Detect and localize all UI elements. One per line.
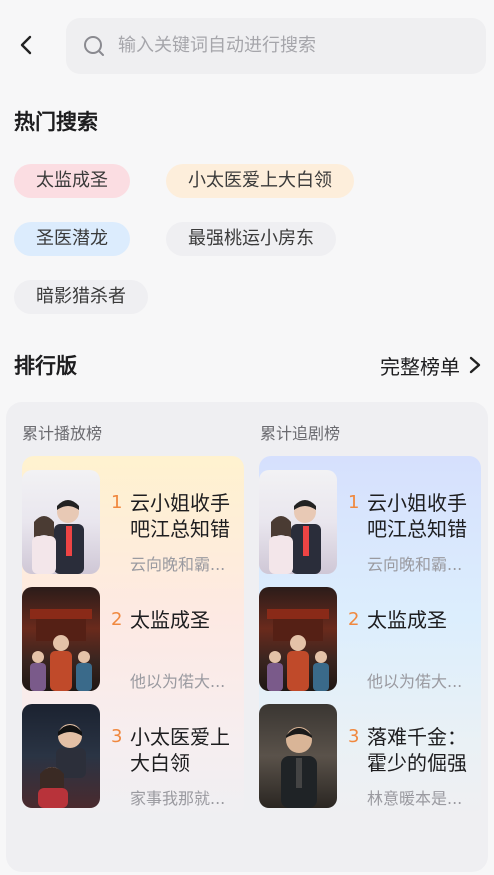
ranking-title: 排行版 [14, 354, 77, 378]
full-ranking-label: 完整榜单 [380, 354, 460, 379]
back-button[interactable] [10, 28, 44, 62]
search-input[interactable]: 输入关键词自动进行搜索 [66, 18, 486, 74]
search-icon [84, 36, 104, 56]
search-placeholder: 输入关键词自动进行搜索 [118, 35, 316, 56]
header: 输入关键词自动进行搜索 [0, 0, 494, 92]
drama-description: 林意暖本是... [367, 789, 463, 808]
hot-search-title: 热门搜索 [14, 110, 98, 134]
ranking-item[interactable]: 2 太监成圣 他以为偌大... [22, 587, 244, 691]
poster-image [259, 704, 337, 808]
rank-number: 1 [348, 492, 360, 513]
chevron-left-icon [20, 35, 32, 55]
drama-title: 太监成圣 [130, 608, 210, 632]
drama-title: 小太医爱上大白领 [130, 725, 230, 775]
ranking-panel-follows: 1 云小姐收手吧江总知错 云向晚和霸... 2 太监成圣 他以为偌大... 3 … [259, 456, 481, 816]
ranking-item[interactable]: 3 小太医爱上大白领 家事我那就... [22, 704, 244, 808]
hot-tag[interactable]: 小太医爱上大白领 [166, 164, 354, 198]
full-ranking-link[interactable]: 完整榜单 [380, 350, 482, 380]
column-title-plays: 累计播放榜 [22, 424, 103, 443]
poster-image [259, 470, 337, 574]
rank-number: 2 [111, 609, 123, 630]
drama-description: 云向晚和霸... [130, 555, 226, 574]
hot-tag[interactable]: 圣医潜龙 [14, 222, 130, 256]
rank-number: 3 [348, 726, 360, 747]
ranking-item[interactable]: 1 云小姐收手吧江总知错 云向晚和霸... [259, 470, 481, 574]
ranking-item[interactable]: 3 落难千金：霍少的倔强 林意暖本是... [259, 704, 481, 808]
drama-description: 云向晚和霸... [367, 555, 463, 574]
ranking-item[interactable]: 1 云小姐收手吧江总知错 云向晚和霸... [22, 470, 244, 574]
drama-description: 家事我那就... [130, 789, 226, 808]
chevron-right-icon [469, 356, 481, 374]
drama-description: 他以为偌大... [367, 672, 463, 691]
drama-title: 太监成圣 [367, 608, 447, 632]
poster-image [259, 587, 337, 691]
rank-number: 2 [348, 609, 360, 630]
column-title-follows: 累计追剧榜 [260, 424, 341, 443]
poster-image [22, 587, 100, 691]
poster-image [22, 704, 100, 808]
hot-tag[interactable]: 太监成圣 [14, 164, 130, 198]
ranking-panel-plays: 1 云小姐收手吧江总知错 云向晚和霸... 2 太监成圣 他以为偌大... 3 [22, 456, 244, 816]
drama-description: 他以为偌大... [130, 672, 226, 691]
rank-number: 3 [111, 726, 123, 747]
hot-tag[interactable]: 最强桃运小房东 [166, 222, 336, 256]
drama-title: 云小姐收手吧江总知错 [367, 491, 467, 541]
hot-tag[interactable]: 暗影猎杀者 [14, 280, 148, 314]
poster-image [22, 470, 100, 574]
drama-title: 落难千金：霍少的倔强 [367, 725, 467, 775]
rank-number: 1 [111, 492, 123, 513]
drama-title: 云小姐收手吧江总知错 [130, 491, 230, 541]
ranking-item[interactable]: 2 太监成圣 他以为偌大... [259, 587, 481, 691]
